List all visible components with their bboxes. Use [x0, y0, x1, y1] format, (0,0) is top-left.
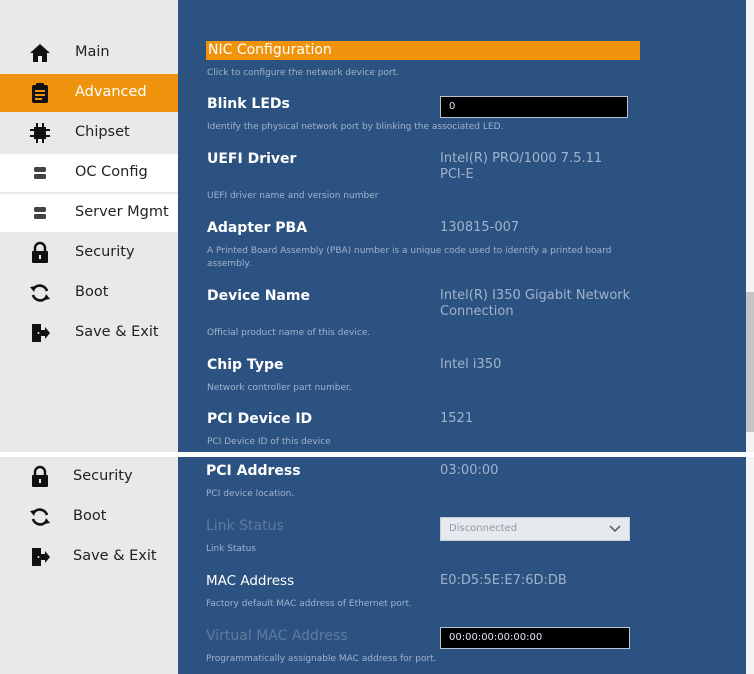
sidebar-item-label: Security: [73, 468, 133, 484]
nic-configuration-header[interactable]: NIC Configuration: [206, 41, 640, 60]
chip-icon: [30, 123, 50, 143]
device-name-value-line1: Intel(R) I350 Gigabit Network: [440, 288, 631, 303]
chip-type-label: Chip Type: [207, 357, 284, 373]
mac-address-value: E0:D5:5E:E7:6D:DB: [440, 573, 567, 588]
uefi-driver-value-line1: Intel(R) PRO/1000 7.5.11: [440, 151, 603, 166]
adapter-pba-label: Adapter PBA: [207, 220, 308, 236]
exit-icon: [32, 324, 50, 342]
scrollbar-track[interactable]: [746, 457, 754, 674]
device-name-value-line2: Connection: [440, 304, 514, 319]
sidebar-item-server-mgmt[interactable]: Server Mgmt: [0, 194, 178, 232]
mac-address-help: Factory default MAC address of Ethernet …: [206, 599, 412, 609]
blink-leds-input[interactable]: 0: [440, 96, 628, 118]
adapter-pba-value: 130815-007: [440, 220, 520, 235]
sidebar-item-label: Chipset: [75, 124, 130, 140]
link-status-help: Link Status: [206, 544, 256, 554]
refresh-icon: [30, 508, 50, 526]
device-name-label: Device Name: [207, 288, 310, 304]
sidebar-item-boot[interactable]: Boot: [0, 498, 178, 536]
header-help: Click to configure the network device po…: [207, 68, 400, 78]
pci-address-label: PCI Address: [206, 463, 301, 479]
sidebar-item-save-exit[interactable]: Save & Exit: [0, 538, 178, 576]
sidebar-item-label: OC Config: [75, 164, 148, 180]
sidebar-item-label: Boot: [75, 284, 109, 300]
adapter-pba-help: A Printed Board Assembly (PBA) number is…: [207, 246, 612, 269]
blink-leds-label: Blink LEDs: [207, 96, 290, 112]
virtual-mac-label: Virtual MAC Address: [206, 628, 348, 644]
bios-panel-bottom: Security Boot Save & Exit PCI Address 03…: [0, 457, 754, 674]
sidebar-item-oc-config[interactable]: OC Config: [0, 154, 178, 192]
uefi-driver-value-line2: PCI-E: [440, 167, 474, 182]
scrollbar-thumb[interactable]: [746, 292, 754, 432]
sidebar-item-security[interactable]: Security: [0, 234, 178, 272]
chip-type-value: Intel i350: [440, 357, 502, 372]
sidebar-item-save-exit[interactable]: Save & Exit: [0, 314, 178, 352]
link-status-value: Disconnected: [449, 523, 518, 534]
sidebar-item-label: Boot: [73, 508, 107, 524]
link-status-label: Link Status: [206, 518, 284, 534]
sidebar-item-label: Main: [75, 44, 110, 60]
server-icon: [34, 207, 46, 219]
pci-device-id-label: PCI Device ID: [207, 411, 313, 427]
sidebar-item-label: Save & Exit: [73, 548, 157, 564]
clipboard-icon: [32, 83, 48, 103]
home-icon: [30, 44, 50, 62]
sidebar-item-label: Security: [75, 244, 135, 260]
mac-address-label: MAC Address: [206, 573, 295, 589]
sidebar-item-chipset[interactable]: Chipset: [0, 114, 178, 152]
blink-leds-help: Identify the physical network port by bl…: [207, 122, 504, 132]
link-status-select[interactable]: Disconnected: [440, 517, 630, 541]
sidebar: Main Advanced Chipset OC Config Server M…: [0, 0, 178, 452]
sidebar-item-label: Save & Exit: [75, 324, 159, 340]
lock-icon: [32, 241, 48, 263]
server-icon: [34, 167, 46, 179]
refresh-icon: [30, 284, 50, 302]
lock-icon: [32, 465, 48, 487]
bios-panel-top: Main Advanced Chipset OC Config Server M…: [0, 0, 754, 452]
sidebar-item-label: Server Mgmt: [75, 204, 169, 220]
uefi-driver-label: UEFI Driver: [207, 151, 297, 167]
pci-address-help: PCI device location.: [206, 489, 295, 499]
chip-type-help: Network controller part number.: [207, 383, 352, 393]
sidebar-item-main[interactable]: Main: [0, 34, 178, 72]
sidebar-item-label: Advanced: [75, 84, 147, 100]
exit-icon: [32, 548, 50, 566]
uefi-driver-value: Intel(R) PRO/1000 7.5.11 PCI-E: [440, 151, 650, 183]
virtual-mac-help: Programmatically assignable MAC address …: [206, 654, 437, 664]
pci-device-id-value: 1521: [440, 411, 474, 426]
chevron-down-icon: [609, 525, 621, 533]
sidebar-item-advanced[interactable]: Advanced: [0, 74, 178, 112]
uefi-driver-help: UEFI driver name and version number: [207, 191, 379, 201]
sidebar-item-boot[interactable]: Boot: [0, 274, 178, 312]
device-name-help: Official product name of this device.: [207, 328, 371, 338]
pci-address-value: 03:00:00: [440, 463, 499, 478]
device-name-value: Intel(R) I350 Gigabit Network Connection: [440, 288, 650, 320]
sidebar-item-security[interactable]: Security: [0, 458, 178, 496]
sidebar: Security Boot Save & Exit: [0, 457, 178, 674]
virtual-mac-input[interactable]: 00:00:00:00:00:00: [440, 627, 630, 649]
pci-device-id-help: PCI Device ID of this device: [207, 437, 331, 447]
